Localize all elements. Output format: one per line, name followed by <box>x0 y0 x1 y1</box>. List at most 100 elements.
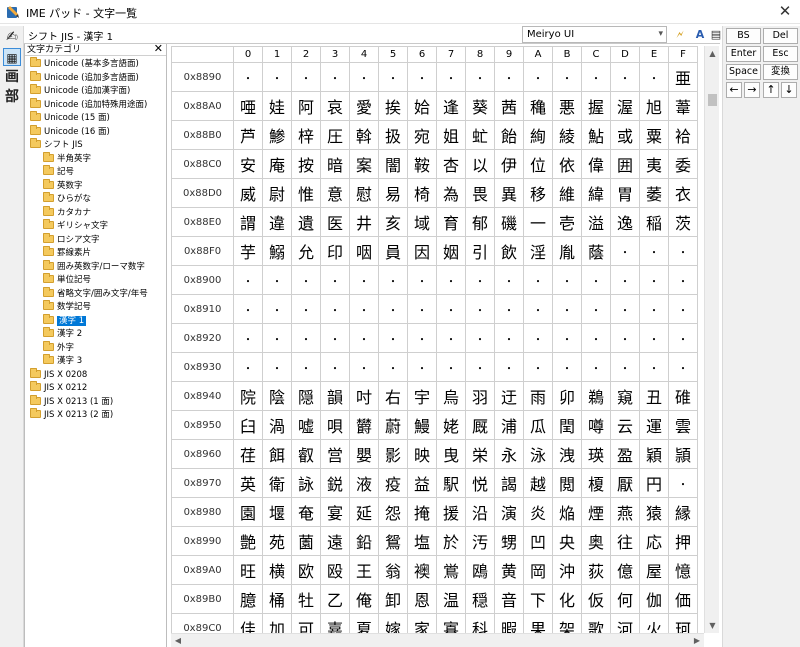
character-cell[interactable]: 伊 <box>494 149 524 179</box>
character-cell[interactable]: ・ <box>581 62 611 92</box>
category-item[interactable]: JIS X 0213 (1 面) <box>25 394 166 410</box>
character-cell[interactable]: 堰 <box>262 497 292 527</box>
character-cell[interactable]: ・ <box>407 265 437 295</box>
character-cell[interactable]: ・ <box>552 294 582 324</box>
character-cell[interactable]: 哀 <box>320 91 350 121</box>
character-cell[interactable]: 鴛 <box>378 526 408 556</box>
character-cell[interactable]: ・ <box>320 323 350 353</box>
character-cell[interactable]: 荻 <box>581 555 611 585</box>
character-cell[interactable]: 寡 <box>436 613 466 633</box>
character-cell[interactable]: ・ <box>610 236 640 266</box>
character-cell[interactable]: 於 <box>436 526 466 556</box>
character-cell[interactable]: 愛 <box>349 91 379 121</box>
arrow-right-key[interactable]: → <box>744 82 760 98</box>
convert-key[interactable]: 変換 <box>763 64 798 80</box>
character-cell[interactable]: 恩 <box>407 584 437 614</box>
character-cell[interactable]: 可 <box>291 613 321 633</box>
character-cell[interactable]: 衣 <box>668 178 698 208</box>
character-cell[interactable]: 闇 <box>378 149 408 179</box>
character-cell[interactable]: 畏 <box>465 178 495 208</box>
character-cell[interactable]: 岡 <box>523 555 553 585</box>
character-cell[interactable]: 煙 <box>581 497 611 527</box>
character-cell[interactable]: 運 <box>639 410 669 440</box>
character-cell[interactable]: 演 <box>494 497 524 527</box>
character-cell[interactable]: 員 <box>378 236 408 266</box>
character-cell[interactable]: 迂 <box>494 381 524 411</box>
character-cell[interactable]: 咽 <box>349 236 379 266</box>
character-cell[interactable]: ・ <box>436 294 466 324</box>
character-cell[interactable]: 鞍 <box>407 149 437 179</box>
arrow-up-key[interactable]: ↑ <box>763 82 779 98</box>
character-cell[interactable]: ・ <box>262 62 292 92</box>
category-item[interactable]: カタカナ <box>25 205 166 221</box>
character-cell[interactable]: 育 <box>436 207 466 237</box>
character-cell[interactable]: 榎 <box>581 468 611 498</box>
category-item[interactable]: Unicode (16 面) <box>25 124 166 140</box>
character-cell[interactable]: 粟 <box>639 120 669 150</box>
character-cell[interactable]: 卯 <box>552 381 582 411</box>
character-cell[interactable]: 嬰 <box>349 439 379 469</box>
character-cell[interactable]: 臆 <box>233 584 263 614</box>
character-cell[interactable]: 胃 <box>610 178 640 208</box>
character-cell[interactable]: 歌 <box>581 613 611 633</box>
category-item[interactable]: 単位記号 <box>25 273 166 288</box>
character-cell[interactable]: ・ <box>349 265 379 295</box>
category-item[interactable]: ひらがな <box>25 192 166 207</box>
character-cell[interactable]: 梓 <box>291 120 321 150</box>
character-cell[interactable]: 圧 <box>320 120 350 150</box>
character-cell[interactable]: 温 <box>436 584 466 614</box>
character-cell[interactable]: ・ <box>610 62 640 92</box>
character-cell[interactable]: ・ <box>668 236 698 266</box>
character-cell[interactable]: ・ <box>262 265 292 295</box>
character-cell[interactable]: 惟 <box>291 178 321 208</box>
character-cell[interactable]: 臼 <box>233 410 263 440</box>
character-cell[interactable]: 袷 <box>668 120 698 150</box>
character-cell[interactable]: 掩 <box>407 497 437 527</box>
character-cell[interactable]: 科 <box>465 613 495 633</box>
character-cell[interactable]: 家 <box>407 613 437 633</box>
character-cell[interactable]: 頴 <box>668 439 698 469</box>
character-cell[interactable]: 姶 <box>407 91 437 121</box>
character-cell[interactable]: 違 <box>262 207 292 237</box>
character-cell[interactable]: ・ <box>465 62 495 92</box>
character-cell[interactable]: ・ <box>436 62 466 92</box>
character-cell[interactable]: 伽 <box>639 584 669 614</box>
character-cell[interactable]: 俺 <box>349 584 379 614</box>
character-cell[interactable]: ・ <box>291 352 321 382</box>
character-cell[interactable]: 宛 <box>407 120 437 150</box>
character-cell[interactable]: 殴 <box>320 555 350 585</box>
character-cell[interactable]: ・ <box>523 265 553 295</box>
character-cell[interactable]: 亥 <box>378 207 408 237</box>
character-cell[interactable]: 何 <box>610 584 640 614</box>
category-item[interactable]: 漢字 1 <box>25 313 166 329</box>
character-cell[interactable]: 韻 <box>320 381 350 411</box>
character-cell[interactable]: ・ <box>552 62 582 92</box>
character-cell[interactable]: ・ <box>494 323 524 353</box>
character-cell[interactable]: ・ <box>610 294 640 324</box>
character-cell[interactable]: ・ <box>523 294 553 324</box>
character-cell[interactable]: 淫 <box>523 236 553 266</box>
character-cell[interactable]: 縁 <box>668 497 698 527</box>
character-cell[interactable]: 盈 <box>610 439 640 469</box>
character-cell[interactable]: 桶 <box>262 584 292 614</box>
scroll-right-icon[interactable]: ▶ <box>690 634 704 647</box>
character-cell[interactable]: ・ <box>610 323 640 353</box>
character-cell[interactable]: 握 <box>581 91 611 121</box>
character-cell[interactable]: 亜 <box>668 62 698 92</box>
character-cell[interactable]: 娃 <box>262 91 292 121</box>
character-cell[interactable]: ・ <box>378 352 408 382</box>
character-cell[interactable]: 雲 <box>668 410 698 440</box>
character-cell[interactable]: 穎 <box>639 439 669 469</box>
category-item[interactable]: Unicode (追加特殊用途面) <box>25 97 166 113</box>
character-cell[interactable]: 芦 <box>233 120 263 150</box>
character-cell[interactable]: 衛 <box>262 468 292 498</box>
character-cell[interactable]: 悪 <box>552 91 582 121</box>
character-cell[interactable]: ・ <box>349 62 379 92</box>
character-cell[interactable]: 英 <box>233 468 263 498</box>
character-cell[interactable]: 逢 <box>436 91 466 121</box>
character-cell[interactable]: 嘘 <box>291 410 321 440</box>
character-cell[interactable]: ・ <box>668 468 698 498</box>
character-cell[interactable]: 延 <box>349 497 379 527</box>
character-cell[interactable]: 允 <box>291 236 321 266</box>
character-cell[interactable]: 鵜 <box>581 381 611 411</box>
